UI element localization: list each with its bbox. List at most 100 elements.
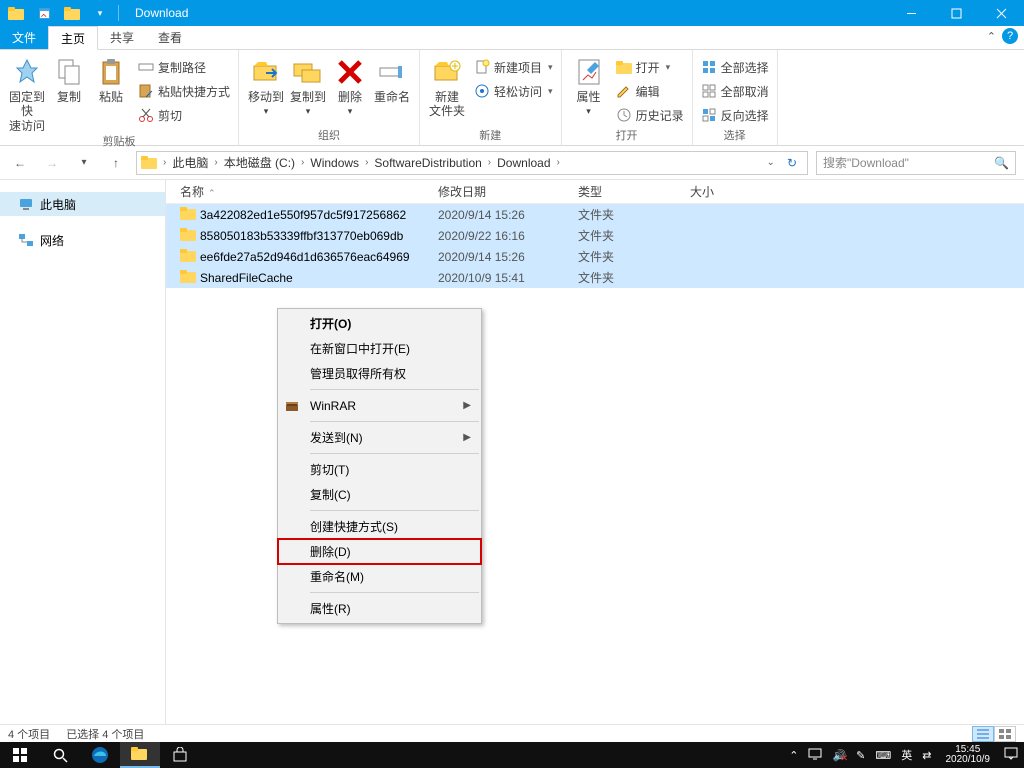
- move-to-icon: [250, 56, 282, 88]
- edit-button[interactable]: 编辑: [614, 80, 686, 102]
- tab-home[interactable]: 主页: [48, 26, 98, 50]
- ribbon: 固定到快 速访问 复制 粘贴 复制路径 粘贴快捷方式 剪切 剪贴板 移动到▾: [0, 50, 1024, 146]
- crumb-windows[interactable]: Windows: [310, 156, 359, 170]
- explorer-icon: [4, 3, 28, 23]
- column-size[interactable]: 大小: [684, 183, 764, 200]
- group-open-label: 打开: [568, 127, 686, 145]
- ctx-delete[interactable]: 删除(D): [278, 539, 481, 564]
- ctx-create-shortcut[interactable]: 创建快捷方式(S): [278, 514, 481, 539]
- properties-button[interactable]: 属性▾: [568, 54, 610, 117]
- up-button[interactable]: ↑: [104, 151, 128, 175]
- select-all-button[interactable]: 全部选择: [699, 56, 771, 78]
- taskbar[interactable]: ⌃ 🔊✕ ✎ ⌨ 英 ⇄ 15:45 2020/10/9: [0, 742, 1024, 768]
- ctx-send-to[interactable]: 发送到(N)▶: [278, 425, 481, 450]
- qat-newfolder-icon[interactable]: [60, 3, 84, 23]
- close-button[interactable]: [979, 0, 1024, 26]
- pin-quickaccess-button[interactable]: 固定到快 速访问: [6, 54, 48, 133]
- tab-share[interactable]: 共享: [98, 26, 146, 49]
- collapse-ribbon-icon[interactable]: ⌃: [987, 30, 996, 43]
- move-to-button[interactable]: 移动到▾: [245, 54, 287, 117]
- crumb-c[interactable]: 本地磁盘 (C:): [224, 154, 295, 171]
- view-details-button[interactable]: [972, 726, 994, 742]
- column-date[interactable]: 修改日期: [432, 183, 572, 200]
- view-icons-button[interactable]: [994, 726, 1016, 742]
- easy-access-button[interactable]: 轻松访问▾: [472, 80, 555, 102]
- column-name[interactable]: 名称⌃: [174, 183, 432, 200]
- crumb-thispc[interactable]: 此电脑: [172, 154, 208, 171]
- address-dropdown-icon[interactable]: ⌄: [763, 157, 779, 168]
- crumb-download[interactable]: Download: [497, 156, 550, 170]
- ctx-cut[interactable]: 剪切(T): [278, 457, 481, 482]
- copy-to-button[interactable]: 复制到▾: [287, 54, 329, 117]
- group-organize-label: 组织: [245, 127, 413, 145]
- ctx-separator: [310, 592, 479, 593]
- table-row[interactable]: 858050183b53339ffbf313770eb069db 2020/9/…: [166, 225, 1024, 246]
- taskbar-store[interactable]: [160, 742, 200, 768]
- column-headers[interactable]: 名称⌃ 修改日期 类型 大小: [166, 180, 1024, 204]
- ctx-properties[interactable]: 属性(R): [278, 596, 481, 621]
- navigation-tree[interactable]: 此电脑 网络: [0, 180, 166, 724]
- open-icon: [616, 59, 632, 75]
- taskbar-search-button[interactable]: [40, 742, 80, 768]
- tray-clock[interactable]: 15:45 2020/10/9: [942, 745, 995, 766]
- tray-volume-icon[interactable]: 🔊✕: [832, 749, 846, 762]
- table-row[interactable]: 3a422082ed1e550f957dc5f917256862 2020/9/…: [166, 204, 1024, 225]
- copy-to-icon: [292, 56, 324, 88]
- tree-this-pc[interactable]: 此电脑: [0, 192, 165, 216]
- group-new-label: 新建: [426, 127, 555, 145]
- cut-button[interactable]: 剪切: [136, 104, 232, 126]
- select-none-button[interactable]: 全部取消: [699, 80, 771, 102]
- qat-dropdown-icon[interactable]: ▾: [88, 3, 112, 23]
- paste-button[interactable]: 粘贴: [90, 54, 132, 104]
- tab-file[interactable]: 文件: [0, 26, 48, 49]
- table-row[interactable]: SharedFileCache 2020/10/9 15:41 文件夹: [166, 267, 1024, 288]
- ctx-open-new-window[interactable]: 在新窗口中打开(E): [278, 336, 481, 361]
- refresh-icon[interactable]: ↻: [781, 156, 803, 170]
- history-button[interactable]: 历史记录: [614, 104, 686, 126]
- ctx-winrar[interactable]: WinRAR▶: [278, 393, 481, 418]
- column-type[interactable]: 类型: [572, 183, 684, 200]
- tab-view[interactable]: 查看: [146, 26, 194, 49]
- tray-settings-icon[interactable]: ✎: [856, 749, 865, 762]
- ctx-open[interactable]: 打开(O): [278, 311, 481, 336]
- forward-button[interactable]: →: [40, 151, 64, 175]
- tray-ime[interactable]: 英: [901, 747, 912, 763]
- new-item-button[interactable]: 新建项目▾: [472, 56, 555, 78]
- back-button[interactable]: ←: [8, 151, 32, 175]
- search-input[interactable]: 搜索"Download" 🔍: [816, 151, 1016, 175]
- search-icon: 🔍: [994, 156, 1009, 170]
- ctx-take-ownership[interactable]: 管理员取得所有权: [278, 361, 481, 386]
- status-item-count: 4 个项目: [8, 726, 50, 742]
- new-folder-button[interactable]: 新建 文件夹: [426, 54, 468, 119]
- ctx-copy[interactable]: 复制(C): [278, 482, 481, 507]
- copy-path-button[interactable]: 复制路径: [136, 56, 232, 78]
- tray-display-icon[interactable]: [808, 748, 822, 763]
- taskbar-edge[interactable]: [80, 742, 120, 768]
- table-row[interactable]: ee6fde27a52d946d1d636576eac64969 2020/9/…: [166, 246, 1024, 267]
- folder-icon: [180, 207, 196, 223]
- qat-properties-icon[interactable]: [32, 3, 56, 23]
- open-button[interactable]: 打开▾: [614, 56, 686, 78]
- ctx-rename[interactable]: 重命名(M): [278, 564, 481, 589]
- invert-selection-button[interactable]: 反向选择: [699, 104, 771, 126]
- recent-locations-button[interactable]: ▾: [72, 151, 96, 175]
- minimize-button[interactable]: [889, 0, 934, 26]
- navigation-bar: ← → ▾ ↑ › 此电脑› 本地磁盘 (C:)› Windows› Softw…: [0, 146, 1024, 180]
- new-folder-icon: [431, 56, 463, 88]
- rename-button[interactable]: 重命名: [371, 54, 413, 104]
- crumb-swd[interactable]: SoftwareDistribution: [374, 156, 481, 170]
- tray-keyboard-icon[interactable]: ⌨: [875, 749, 891, 762]
- taskbar-explorer[interactable]: [120, 742, 160, 768]
- start-button[interactable]: [0, 742, 40, 768]
- delete-button[interactable]: 删除▾: [329, 54, 371, 117]
- tree-network[interactable]: 网络: [0, 228, 165, 252]
- tray-ime-toggle-icon[interactable]: ⇄: [922, 749, 931, 762]
- paste-shortcut-button[interactable]: 粘贴快捷方式: [136, 80, 232, 102]
- tray-chevron-icon[interactable]: ⌃: [789, 749, 798, 762]
- maximize-button[interactable]: [934, 0, 979, 26]
- address-bar[interactable]: › 此电脑› 本地磁盘 (C:)› Windows› SoftwareDistr…: [136, 151, 808, 175]
- help-icon[interactable]: ?: [1002, 28, 1018, 44]
- tray-notifications-icon[interactable]: [1004, 747, 1018, 763]
- copy-button[interactable]: 复制: [48, 54, 90, 104]
- paste-icon: [95, 56, 127, 88]
